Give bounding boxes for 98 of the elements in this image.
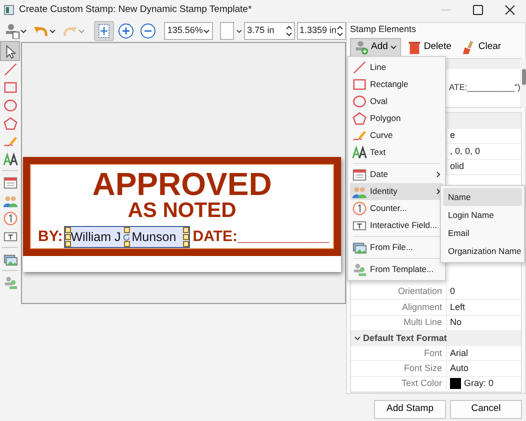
menu-item[interactable]: Email <box>443 224 522 242</box>
spinner-icon <box>286 25 292 37</box>
property-label: Font Size <box>404 362 442 375</box>
letters-icon <box>2 152 18 166</box>
width-field[interactable]: 3.75 in <box>244 22 295 40</box>
menu-item[interactable]: Organization Name <box>443 242 522 260</box>
property-value[interactable]: Auto <box>450 362 469 376</box>
property-label: Alignment <box>402 300 442 314</box>
pencil-icon <box>352 128 367 143</box>
counter-icon <box>2 210 18 226</box>
add-button[interactable]: Add <box>350 38 401 56</box>
property-value: olid <box>450 160 464 173</box>
maximize-icon <box>473 5 483 15</box>
property-value[interactable]: Gray: 0 <box>464 377 494 391</box>
property-value: , 0, 0, 0 <box>450 144 480 158</box>
property-value[interactable]: No <box>450 316 462 330</box>
menu-item[interactable]: Text <box>350 144 443 161</box>
cancel-button[interactable]: Cancel <box>450 400 522 419</box>
rectangle-icon <box>352 77 367 92</box>
property-value[interactable]: 0 <box>450 285 456 299</box>
pentagon-icon <box>2 116 18 130</box>
name-text: Munson <box>132 228 176 246</box>
menu-item[interactable]: From Template... <box>350 261 443 278</box>
menu-item[interactable]: Date <box>350 166 443 183</box>
trash-icon <box>406 40 422 54</box>
menu-item[interactable]: Oval <box>350 93 443 110</box>
caret-icon <box>236 28 242 34</box>
menu-item[interactable]: Polygon <box>350 110 443 127</box>
menu-item[interactable]: Interactive Field... <box>350 217 443 234</box>
clear-button[interactable]: Clear <box>457 38 506 56</box>
caret-icon <box>20 28 27 34</box>
window-title: Create Custom Stamp: New Dynamic Stamp Template* <box>19 2 252 17</box>
menu-item[interactable]: From File... <box>350 239 443 256</box>
stamp-subtitle: AS NOTED <box>128 200 236 222</box>
line-icon <box>2 62 18 76</box>
resize-handle[interactable] <box>124 241 130 248</box>
stamps-icon <box>2 274 18 290</box>
color-swatch[interactable] <box>220 22 234 40</box>
scrollbar[interactable] <box>520 59 526 107</box>
counter-tool[interactable] <box>1 209 19 227</box>
menu-item[interactable]: Name <box>443 188 522 206</box>
menu-item[interactable]: Rectangle <box>350 76 443 93</box>
name-text: William J <box>70 228 121 246</box>
group-title: Default Text Format <box>363 332 447 345</box>
height-field[interactable]: 1.3359 in <box>296 22 346 40</box>
resize-handle[interactable] <box>124 227 130 234</box>
menu-item[interactable]: Counter... <box>350 200 443 217</box>
caret-icon <box>49 28 56 34</box>
date-label: DATE:___________ <box>192 227 330 247</box>
add-stamp-button[interactable]: Add Stamp <box>374 400 446 419</box>
oval-icon <box>2 98 18 112</box>
people-icon <box>352 184 367 199</box>
fit-page-icon <box>96 23 112 39</box>
menu-item[interactable]: Login Name <box>443 206 522 224</box>
menu-item[interactable]: Identity <box>350 183 443 200</box>
app-icon <box>4 5 14 15</box>
menu-item[interactable]: Line <box>350 59 443 76</box>
element-item[interactable]: ATE:__________") <box>449 82 520 92</box>
stamp-icon <box>4 23 20 39</box>
panel-title: Stamp Elements <box>350 23 416 36</box>
letters-icon <box>352 145 367 160</box>
spinner-icon <box>336 25 343 37</box>
fit-button[interactable] <box>94 21 114 41</box>
oval-icon <box>352 94 367 109</box>
selected-text-field[interactable]: William J Munson <box>64 226 190 248</box>
calendar-icon <box>2 174 18 190</box>
property-value: e <box>450 129 456 142</box>
rotate-handle-icon[interactable] <box>122 232 131 242</box>
pictures-icon <box>352 240 367 255</box>
property-label: Multi Line <box>403 316 442 329</box>
rectangle-icon <box>2 80 18 94</box>
calendar-icon <box>352 167 367 182</box>
menu-item[interactable]: Curve <box>350 127 443 144</box>
text-tool[interactable] <box>1 150 19 168</box>
property-value[interactable]: Arial <box>450 346 468 360</box>
zoom-in-button[interactable] <box>116 21 136 41</box>
zoom-in-icon <box>118 23 134 39</box>
property-group-header[interactable]: Default Text Format <box>351 330 521 346</box>
by-label: BY: <box>38 227 63 247</box>
pointer-tool[interactable] <box>1 42 19 60</box>
property-label: Text Color <box>401 377 442 390</box>
property-value[interactable]: Left <box>450 300 466 314</box>
delete-button[interactable]: Delete <box>402 38 456 56</box>
counter-icon <box>352 201 367 216</box>
stamps-icon <box>352 262 367 277</box>
close-icon <box>505 5 515 15</box>
caret-icon <box>390 44 397 50</box>
line-icon <box>352 60 367 75</box>
property-label: Font <box>424 346 442 360</box>
color-swatch[interactable] <box>450 378 461 390</box>
stamp-title: APPROVED <box>92 168 272 200</box>
property-label: Orientation <box>398 285 442 298</box>
zoom-out-button[interactable] <box>138 21 158 41</box>
zoom-dropdown[interactable]: 135.56% <box>164 22 213 40</box>
zoom-out-icon <box>140 23 156 39</box>
pentagon-icon <box>352 111 367 126</box>
caret-icon <box>202 28 210 34</box>
caret-icon <box>78 28 85 34</box>
